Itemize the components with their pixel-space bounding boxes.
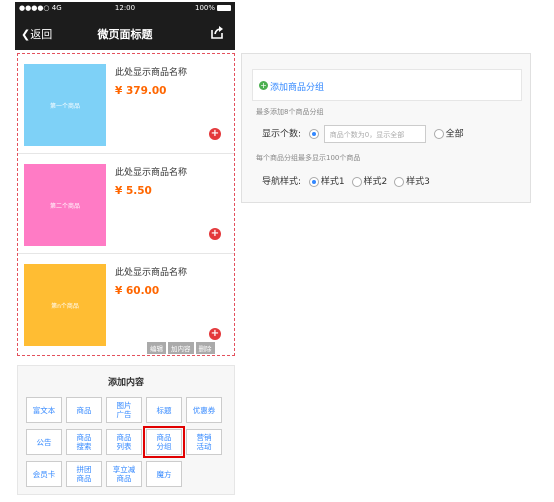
component-goods-search[interactable]: 商品 搜索: [66, 429, 102, 455]
goods-name: 此处显示商品名称: [115, 68, 188, 78]
component-magic-cube[interactable]: 魔方: [146, 461, 182, 487]
component-goods-group[interactable]: 商品 分组: [143, 426, 185, 458]
add-to-cart-icon[interactable]: +: [209, 128, 221, 140]
add-group-hint: 最多添加8个商品分组: [256, 108, 324, 116]
add-goods-group-label: 添加商品分组: [270, 83, 325, 93]
share-icon[interactable]: [209, 24, 225, 40]
display-count-hint: 每个商品分组最多显示100个商品: [256, 154, 361, 162]
goods-item[interactable]: 第二个商品 此处显示商品名称 ¥ 5.50 +: [18, 154, 234, 254]
add-content-title: 添加内容: [107, 378, 144, 388]
nav-style-2-label: 样式2: [363, 177, 388, 187]
goods-item[interactable]: 第n个商品 此处显示商品名称 ¥ 60.00 +: [18, 254, 234, 353]
nav-style-1-label: 样式1: [320, 177, 345, 187]
component-member-card[interactable]: 会员卡: [26, 461, 62, 487]
page-title: 微页面标题: [97, 28, 153, 41]
nav-style-row: 导航样式: 样式1 样式2 样式3: [262, 174, 430, 187]
component-coupon[interactable]: 优惠券: [186, 397, 222, 423]
goods-name: 此处显示商品名称: [115, 268, 188, 278]
goods-name: 此处显示商品名称: [115, 168, 188, 178]
display-count-row: 显示个数: 商品个数为0，显示全部 全部: [262, 125, 464, 143]
add-content-button[interactable]: 加内容: [168, 342, 194, 354]
add-goods-group-button[interactable]: + 添加商品分组: [252, 69, 522, 101]
nav-style-2-radio[interactable]: [351, 176, 362, 187]
display-all-radio[interactable]: [433, 129, 444, 139]
display-count-input[interactable]: 商品个数为0，显示全部: [323, 125, 426, 143]
goods-thumbnail: 第一个商品: [24, 64, 106, 146]
goods-thumbnail: 第n个商品: [24, 264, 106, 346]
item-actions: 编辑 加内容 删除: [145, 342, 215, 354]
battery-percent: 100%: [194, 4, 215, 12]
component-goods-list[interactable]: 商品 列表: [106, 429, 142, 455]
display-count-radio[interactable]: [308, 129, 319, 139]
plus-circle-icon: +: [259, 81, 268, 90]
component-image-ad[interactable]: 图片 广告: [106, 397, 142, 423]
goods-item[interactable]: 第一个商品 此处显示商品名称 ¥ 379.00 +: [18, 54, 234, 154]
component-title[interactable]: 标题: [146, 397, 182, 423]
component-group-buy[interactable]: 拼团 商品: [66, 461, 102, 487]
nav-style-3-radio[interactable]: [394, 176, 405, 187]
component-rich-text[interactable]: 富文本: [26, 397, 62, 423]
goods-price: ¥ 379.00: [115, 85, 167, 97]
add-to-cart-icon[interactable]: +: [209, 328, 221, 340]
battery-indicator: 100%: [195, 4, 231, 12]
edit-button[interactable]: 编辑: [147, 342, 166, 354]
component-goods[interactable]: 商品: [66, 397, 102, 423]
goods-thumbnail: 第二个商品: [24, 164, 106, 246]
nav-bar: ❮返回 微页面标题: [15, 16, 235, 50]
nav-style-1-radio[interactable]: [308, 176, 319, 187]
goods-price: ¥ 5.50: [115, 185, 152, 197]
goods-price: ¥ 60.00: [115, 285, 160, 297]
display-all-label: 全部: [445, 129, 464, 140]
goods-group-preview[interactable]: 第一个商品 此处显示商品名称 ¥ 379.00 + 第二个商品 此处显示商品名称…: [17, 53, 235, 356]
component-notice[interactable]: 公告: [26, 429, 62, 455]
display-count-label: 显示个数:: [262, 129, 302, 140]
add-content-panel: 添加内容 富文本 商品 图片 广告 标题 优惠券 公告 商品 搜索 商品 列表 …: [17, 365, 235, 495]
nav-style-label: 导航样式:: [262, 177, 302, 187]
delete-button[interactable]: 删除: [195, 342, 215, 354]
battery-icon: [217, 5, 231, 11]
add-to-cart-icon[interactable]: +: [209, 228, 221, 240]
component-marketing[interactable]: 营销 活动: [186, 429, 222, 455]
nav-style-3-label: 样式3: [406, 177, 430, 187]
goods-group-config-panel: + 添加商品分组 最多添加8个商品分组 显示个数: 商品个数为0，显示全部 全部…: [241, 53, 531, 203]
status-bar: ●●●●○ 4G 12:00 100%: [15, 2, 235, 16]
component-discount-goods[interactable]: 享立减 商品: [106, 461, 142, 487]
